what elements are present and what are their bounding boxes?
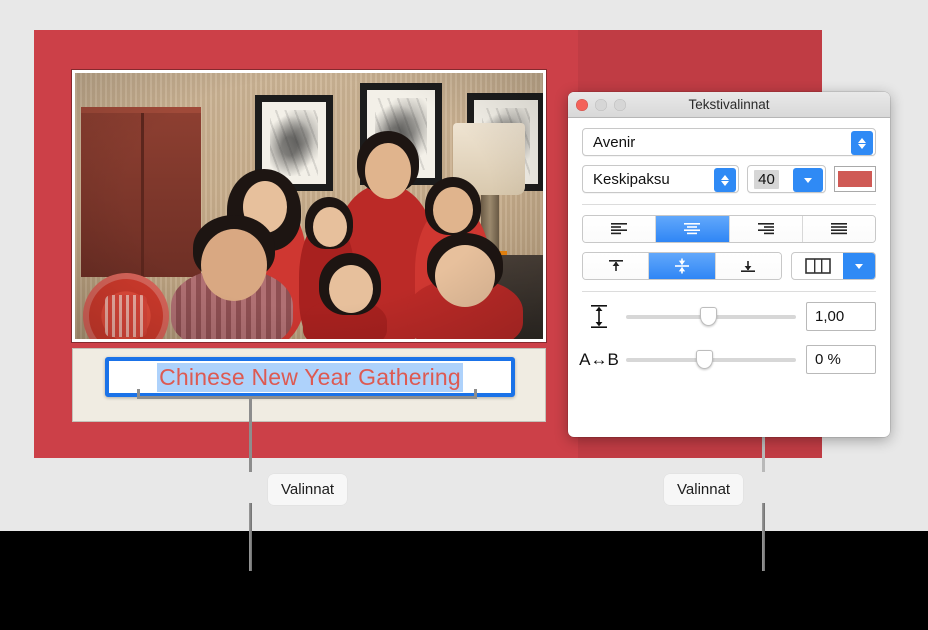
- character-spacing-label: A↔B: [579, 349, 619, 369]
- font-weight-stepper[interactable]: [714, 168, 737, 192]
- close-button[interactable]: [576, 99, 588, 111]
- character-spacing-field[interactable]: 0 %: [806, 345, 876, 374]
- chevron-down-icon: [858, 143, 866, 149]
- line-spacing-row: 1,00: [582, 302, 876, 331]
- valign-middle-button[interactable]: [649, 253, 716, 279]
- font-size-value[interactable]: 40: [754, 169, 779, 189]
- valign-top-button[interactable]: [583, 253, 650, 279]
- photo-frame[interactable]: [72, 70, 546, 342]
- valign-top-icon: [608, 260, 623, 271]
- alignment-row: [582, 215, 876, 243]
- font-size-combo[interactable]: 40: [747, 165, 826, 193]
- left-callout-label: Valinnat: [268, 474, 348, 505]
- line-spacing-icon-cell: [582, 304, 616, 330]
- line-spacing-slider-thumb[interactable]: [699, 307, 717, 326]
- text-color-swatch[interactable]: [833, 166, 876, 192]
- align-center-button[interactable]: [656, 216, 730, 242]
- vertical-alignment-row: [582, 252, 876, 280]
- columns-popup-button[interactable]: [843, 253, 875, 279]
- font-family-stepper[interactable]: [851, 131, 873, 155]
- character-spacing-slider[interactable]: [626, 350, 796, 370]
- horizontal-alignment-group[interactable]: [582, 215, 876, 243]
- screenshot-root: Chinese New Year Gathering Valinnat Vali…: [0, 0, 928, 630]
- align-justify-button[interactable]: [802, 216, 875, 242]
- columns-icon: [804, 258, 831, 274]
- right-callout-label: Valinnat: [664, 474, 744, 505]
- align-right-icon: [757, 223, 774, 235]
- chevron-down-icon: [803, 177, 812, 183]
- font-family-value: Avenir: [593, 133, 636, 151]
- chevron-down-icon: [721, 180, 730, 186]
- line-spacing-slider[interactable]: [626, 307, 796, 327]
- align-right-button[interactable]: [729, 216, 803, 242]
- columns-icon-cell: [792, 253, 843, 279]
- left-callout-stem-upper: [249, 398, 252, 472]
- divider-2: [582, 291, 876, 292]
- align-justify-icon: [830, 223, 847, 235]
- vertical-alignment-group[interactable]: [582, 252, 782, 280]
- font-family-combo[interactable]: Avenir: [582, 128, 876, 156]
- font-family-row: Avenir: [582, 128, 876, 156]
- font-size-popup-button[interactable]: [792, 168, 823, 192]
- valign-bottom-button[interactable]: [715, 253, 781, 279]
- line-spacing-field[interactable]: 1,00: [806, 302, 876, 331]
- align-left-button[interactable]: [583, 216, 657, 242]
- divider-1: [582, 204, 876, 205]
- character-spacing-row: A↔B 0 %: [579, 345, 876, 374]
- photo-vignette: [75, 73, 543, 339]
- valign-bottom-icon: [741, 261, 756, 272]
- left-callout-stem-lower: [249, 503, 252, 571]
- left-callout-bracket: [137, 389, 477, 399]
- family-photo: [75, 73, 543, 339]
- chevron-up-icon: [858, 137, 866, 143]
- color-swatch-fill: [837, 171, 872, 187]
- bottom-black-band: [0, 531, 928, 630]
- right-callout-stem-lower: [762, 503, 765, 571]
- align-left-icon: [611, 223, 628, 235]
- columns-button[interactable]: [791, 252, 876, 280]
- text-options-panel[interactable]: Tekstivalinnat Avenir Keskipaksu 40 1,00…: [568, 92, 890, 437]
- font-style-row: Keskipaksu 40: [582, 165, 876, 193]
- window-controls[interactable]: [576, 99, 626, 111]
- chevron-up-icon: [721, 174, 730, 180]
- panel-titlebar[interactable]: Tekstivalinnat: [568, 92, 890, 118]
- align-center-icon: [684, 223, 701, 235]
- valign-middle-icon: [674, 258, 689, 274]
- chevron-down-icon: [855, 263, 863, 269]
- font-weight-combo[interactable]: Keskipaksu: [582, 165, 740, 193]
- line-spacing-icon: [591, 304, 607, 328]
- caption-text: Chinese New Year Gathering: [157, 362, 463, 392]
- zoom-button[interactable]: [614, 99, 626, 111]
- minimize-button[interactable]: [595, 99, 607, 111]
- font-weight-value: Keskipaksu: [593, 170, 670, 188]
- character-spacing-slider-thumb[interactable]: [696, 350, 714, 369]
- caption-area: Chinese New Year Gathering: [72, 348, 546, 422]
- right-callout-stem-upper: [762, 431, 765, 472]
